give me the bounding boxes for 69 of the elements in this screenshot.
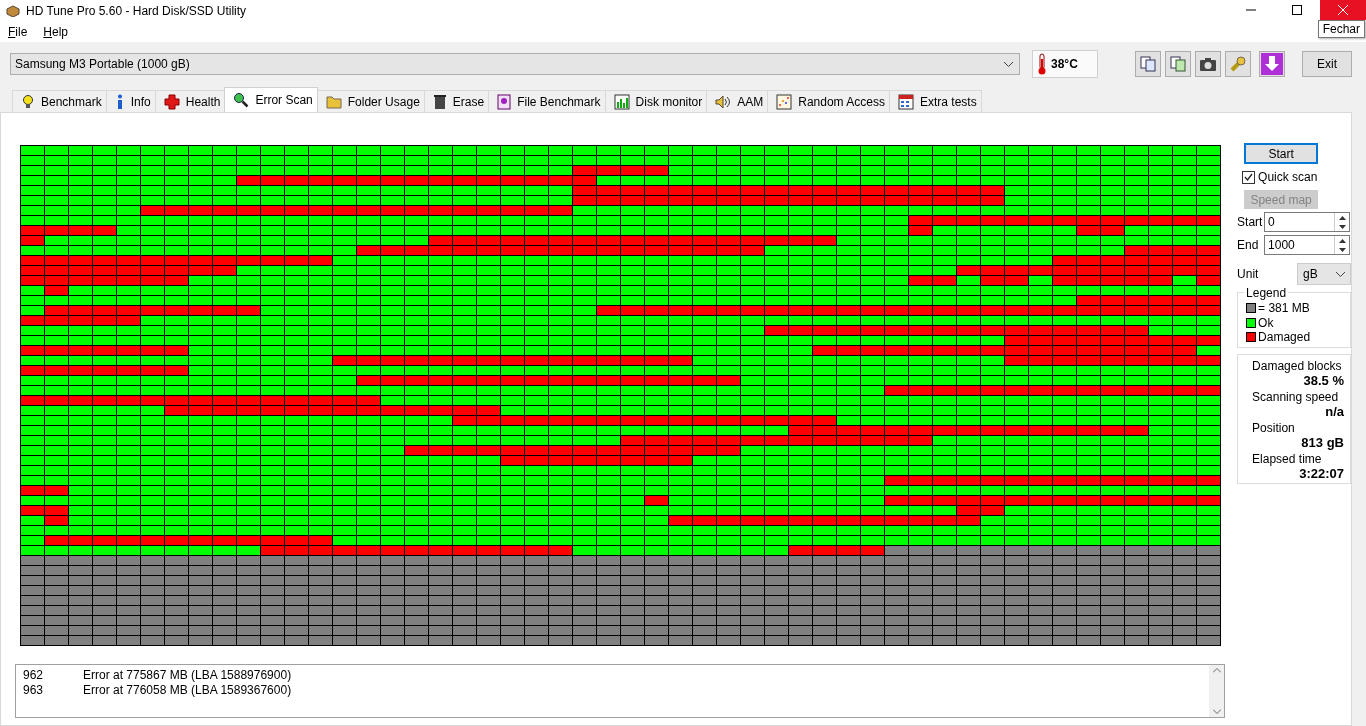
tab[interactable]: Erase bbox=[423, 90, 490, 112]
maximize-icon bbox=[1292, 5, 1302, 15]
scatter-chart-icon bbox=[776, 93, 793, 110]
checkbox-label: Quick scan bbox=[1258, 170, 1318, 184]
spin-up-icon[interactable] bbox=[1338, 238, 1346, 243]
exit-button[interactable]: Exit bbox=[1302, 51, 1352, 77]
stat-value: 38.5 % bbox=[1302, 373, 1344, 388]
close-button[interactable] bbox=[1320, 0, 1366, 20]
toolbar-button[interactable] bbox=[1135, 51, 1161, 77]
chevron-down-icon bbox=[1004, 61, 1013, 67]
legend-title: Legend bbox=[1244, 286, 1289, 300]
stat-label: Damaged blocks bbox=[1252, 359, 1343, 373]
log-message: Error at 776058 MB (LBA 1589367600) bbox=[83, 682, 292, 697]
file-icon bbox=[497, 93, 512, 110]
stat-label: Scanning speed bbox=[1252, 390, 1340, 404]
start-button[interactable]: Start bbox=[1244, 143, 1319, 164]
legend-label: = 381 MB bbox=[1258, 301, 1310, 316]
tab[interactable]: Health bbox=[154, 90, 226, 112]
log-message: Error at 775867 MB (LBA 1588976900) bbox=[83, 667, 292, 682]
trash-icon bbox=[432, 93, 447, 110]
stat-label: Elapsed time bbox=[1252, 452, 1323, 466]
checkmark-icon bbox=[1244, 173, 1254, 181]
spin-down-icon[interactable] bbox=[1338, 224, 1346, 229]
field-label: End bbox=[1237, 238, 1260, 252]
magnifier-icon bbox=[233, 92, 250, 108]
window-title: HD Tune Pro 5.60 - Hard Disk/SSD Utility bbox=[26, 4, 248, 18]
stat-value: 813 gB bbox=[1300, 435, 1344, 450]
medical-cross-icon bbox=[163, 93, 180, 110]
legend-label: Ok bbox=[1258, 315, 1274, 330]
bar-chart-icon bbox=[613, 93, 630, 110]
menu-item[interactable]: Help bbox=[35, 25, 77, 39]
toolbar-button[interactable] bbox=[1259, 51, 1285, 77]
folder-icon bbox=[325, 94, 342, 109]
tab[interactable]: Disk monitor bbox=[604, 90, 708, 112]
stat-label: Position bbox=[1252, 421, 1296, 435]
tab[interactable]: Benchmark bbox=[12, 90, 107, 112]
tooltip: Fechar bbox=[1317, 20, 1365, 38]
chevron-down-icon bbox=[1336, 271, 1345, 277]
checkbox[interactable] bbox=[1242, 170, 1256, 184]
speaker-icon bbox=[715, 93, 732, 110]
stat-value: n/a bbox=[1324, 404, 1344, 419]
legend-label: Damaged bbox=[1258, 330, 1311, 345]
field-label: Start bbox=[1237, 215, 1262, 229]
log-number: 962 bbox=[23, 667, 45, 682]
stat-value: 3:22:07 bbox=[1298, 466, 1344, 481]
unit-dropdown[interactable]: gB bbox=[1297, 263, 1351, 285]
lightbulb-icon bbox=[21, 93, 35, 110]
tab[interactable]: Random Access bbox=[767, 90, 890, 112]
camera-icon bbox=[1199, 56, 1217, 72]
copy-icon bbox=[1139, 55, 1157, 73]
spin-up-icon[interactable] bbox=[1338, 215, 1346, 220]
number-spinner[interactable]: 0 bbox=[1264, 212, 1351, 232]
close-icon bbox=[1338, 5, 1348, 15]
tab[interactable]: Extra tests bbox=[888, 90, 982, 112]
spin-down-icon[interactable] bbox=[1338, 247, 1346, 252]
tab[interactable]: Folder Usage bbox=[316, 90, 425, 112]
drive-dropdown[interactable]: Samsung M3 Portable (1000 gB) bbox=[10, 53, 1020, 75]
toolbar-button[interactable] bbox=[1165, 51, 1191, 77]
number-spinner[interactable]: 1000 bbox=[1264, 235, 1351, 255]
log-number: 963 bbox=[23, 682, 45, 697]
field-label: Unit bbox=[1237, 267, 1259, 281]
tab[interactable]: Error Scan bbox=[224, 87, 318, 112]
toolbar-button[interactable] bbox=[1195, 51, 1221, 77]
temperature-reading: 38°C bbox=[1051, 57, 1078, 71]
copy-icon bbox=[1169, 55, 1187, 73]
thermometer-icon bbox=[1037, 53, 1047, 75]
tab[interactable]: Info bbox=[105, 90, 156, 112]
tab[interactable]: File Benchmark bbox=[488, 90, 606, 112]
menu-item[interactable]: File bbox=[0, 25, 36, 39]
